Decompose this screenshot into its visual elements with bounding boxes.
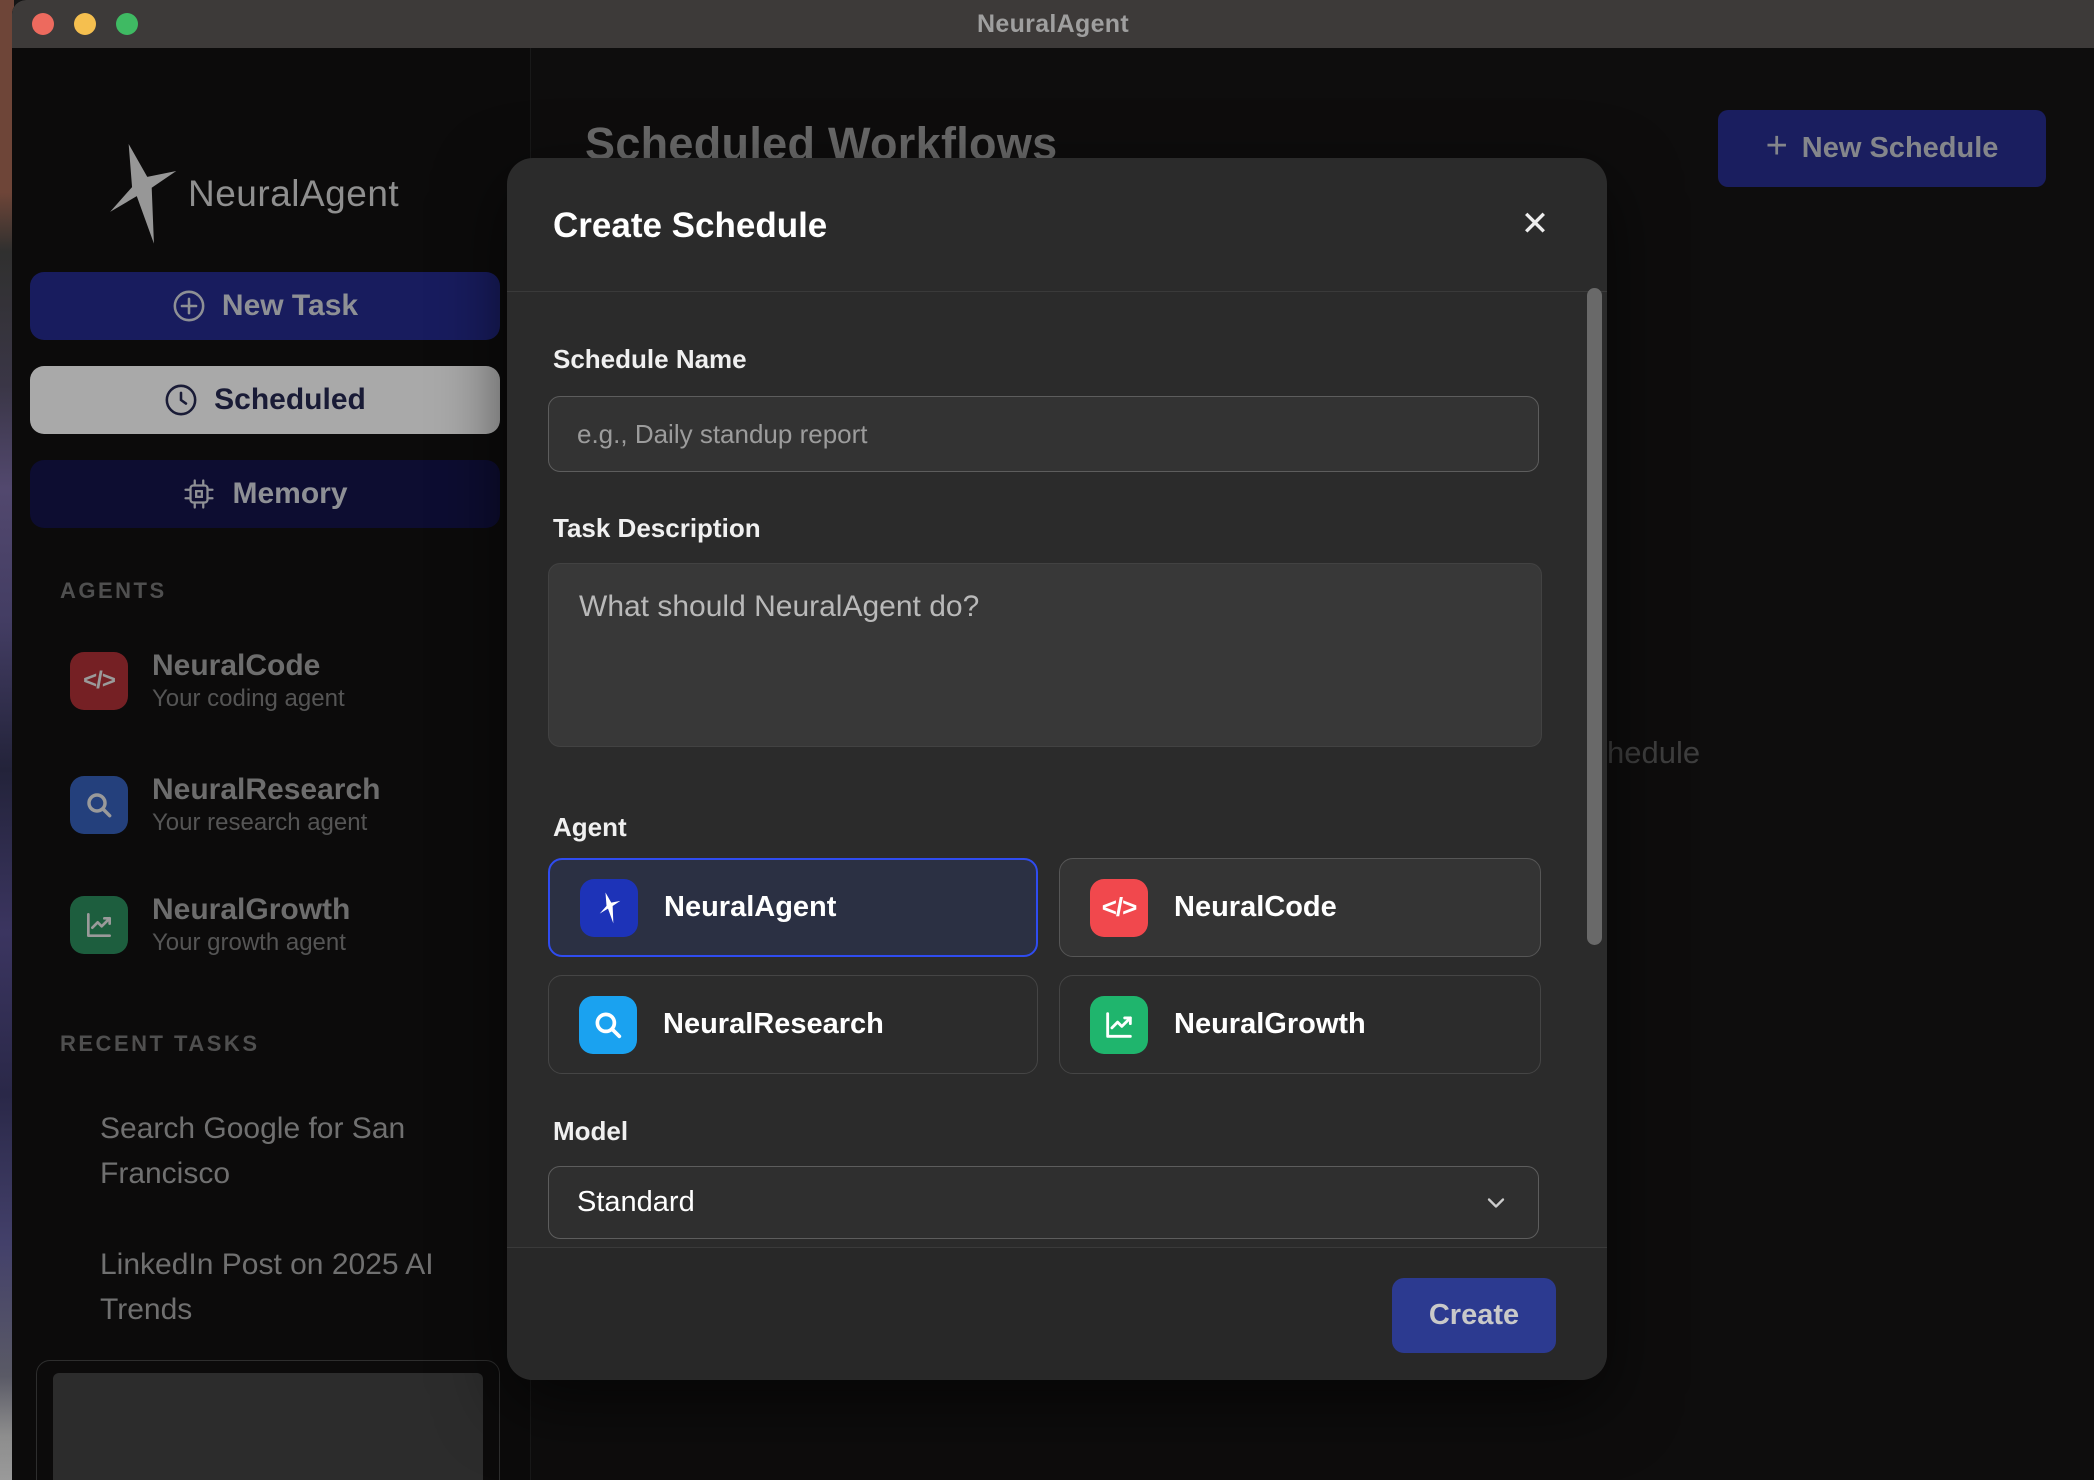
titlebar: NeuralAgent xyxy=(12,0,2094,48)
nav-label: Memory xyxy=(232,477,347,511)
agent-option-label: NeuralResearch xyxy=(663,1008,884,1041)
search-icon xyxy=(579,996,637,1054)
agent-description: Your research agent xyxy=(152,808,380,838)
agent-option-neuralresearch[interactable]: NeuralResearch xyxy=(548,975,1038,1074)
sidebar-item-neuralcode[interactable]: </> NeuralCode Your coding agent xyxy=(70,648,345,714)
app-window: NeuralAgent NeuralAgent New Task Schedul… xyxy=(12,0,2094,1480)
agent-option-label: NeuralAgent xyxy=(664,891,836,924)
create-button[interactable]: Create xyxy=(1392,1278,1556,1353)
agent-option-label: NeuralCode xyxy=(1174,891,1337,924)
app-logo: NeuralAgent xyxy=(98,136,399,252)
close-window-button[interactable] xyxy=(32,13,54,35)
sparkle-logo-icon xyxy=(98,136,182,252)
sidebar-item-neuralgrowth[interactable]: NeuralGrowth Your growth agent xyxy=(70,892,350,958)
sidebar-item-neuralresearch[interactable]: NeuralResearch Your research agent xyxy=(70,772,380,838)
schedule-name-input[interactable] xyxy=(548,396,1539,472)
sidebar-bottom-card[interactable] xyxy=(53,1373,483,1480)
empty-state-text-fragment: hedule xyxy=(1607,735,1700,771)
model-selected-value: Standard xyxy=(577,1186,695,1219)
recent-task-item[interactable]: LinkedIn Post on 2025 AI Trends xyxy=(100,1242,440,1332)
task-description-input[interactable] xyxy=(548,563,1542,747)
chevron-down-icon xyxy=(1482,1189,1510,1217)
scheduled-button[interactable]: Scheduled xyxy=(30,366,500,434)
close-icon: ✕ xyxy=(1521,204,1550,244)
zoom-window-button[interactable] xyxy=(116,13,138,35)
plus-circle-icon xyxy=(172,289,206,323)
task-description-label: Task Description xyxy=(553,513,761,544)
traffic-lights xyxy=(32,13,138,35)
chart-growth-icon xyxy=(1090,996,1148,1054)
window-title: NeuralAgent xyxy=(977,10,1129,39)
chip-icon xyxy=(182,477,216,511)
logo-text: NeuralAgent xyxy=(188,173,399,215)
close-modal-button[interactable]: ✕ xyxy=(1509,198,1561,250)
recent-task-item[interactable]: Search Google for San Francisco xyxy=(100,1106,440,1196)
agent-option-neuralagent[interactable]: NeuralAgent xyxy=(548,858,1038,957)
clock-icon xyxy=(164,383,198,417)
recent-tasks-section-header: RECENT TASKS xyxy=(60,1031,260,1057)
agent-description: Your growth agent xyxy=(152,928,350,958)
schedule-name-label: Schedule Name xyxy=(553,344,747,375)
nav-label: New Task xyxy=(222,289,358,323)
new-task-button[interactable]: New Task xyxy=(30,272,500,340)
plus-icon: + xyxy=(1766,125,1788,168)
agents-section-header: AGENTS xyxy=(60,578,167,604)
agent-name: NeuralResearch xyxy=(152,772,380,808)
agent-option-neuralgrowth[interactable]: NeuralGrowth xyxy=(1059,975,1541,1074)
sparkle-icon xyxy=(580,879,638,937)
create-schedule-modal: Create Schedule ✕ Schedule Name Task Des… xyxy=(507,158,1607,1380)
agent-option-label: NeuralGrowth xyxy=(1174,1008,1366,1041)
new-schedule-label: New Schedule xyxy=(1802,132,1999,165)
modal-footer: Create xyxy=(507,1247,1607,1380)
modal-title: Create Schedule xyxy=(553,206,827,246)
search-icon xyxy=(70,776,128,834)
code-icon: </> xyxy=(1090,879,1148,937)
minimize-window-button[interactable] xyxy=(74,13,96,35)
agent-name: NeuralCode xyxy=(152,648,345,684)
agent-description: Your coding agent xyxy=(152,684,345,714)
new-schedule-button[interactable]: + New Schedule xyxy=(1718,110,2046,187)
agent-option-neuralcode[interactable]: </> NeuralCode xyxy=(1059,858,1541,957)
agent-section-label: Agent xyxy=(553,812,627,843)
code-icon: </> xyxy=(70,652,128,710)
chart-growth-icon xyxy=(70,896,128,954)
nav-label: Scheduled xyxy=(214,383,366,417)
modal-scrollbar-thumb[interactable] xyxy=(1587,288,1602,945)
modal-header-divider xyxy=(507,291,1607,292)
model-select[interactable]: Standard xyxy=(548,1166,1539,1239)
sidebar: NeuralAgent New Task Scheduled Memory AG… xyxy=(12,48,531,1480)
memory-button[interactable]: Memory xyxy=(30,460,500,528)
agent-name: NeuralGrowth xyxy=(152,892,350,928)
model-section-label: Model xyxy=(553,1116,628,1147)
